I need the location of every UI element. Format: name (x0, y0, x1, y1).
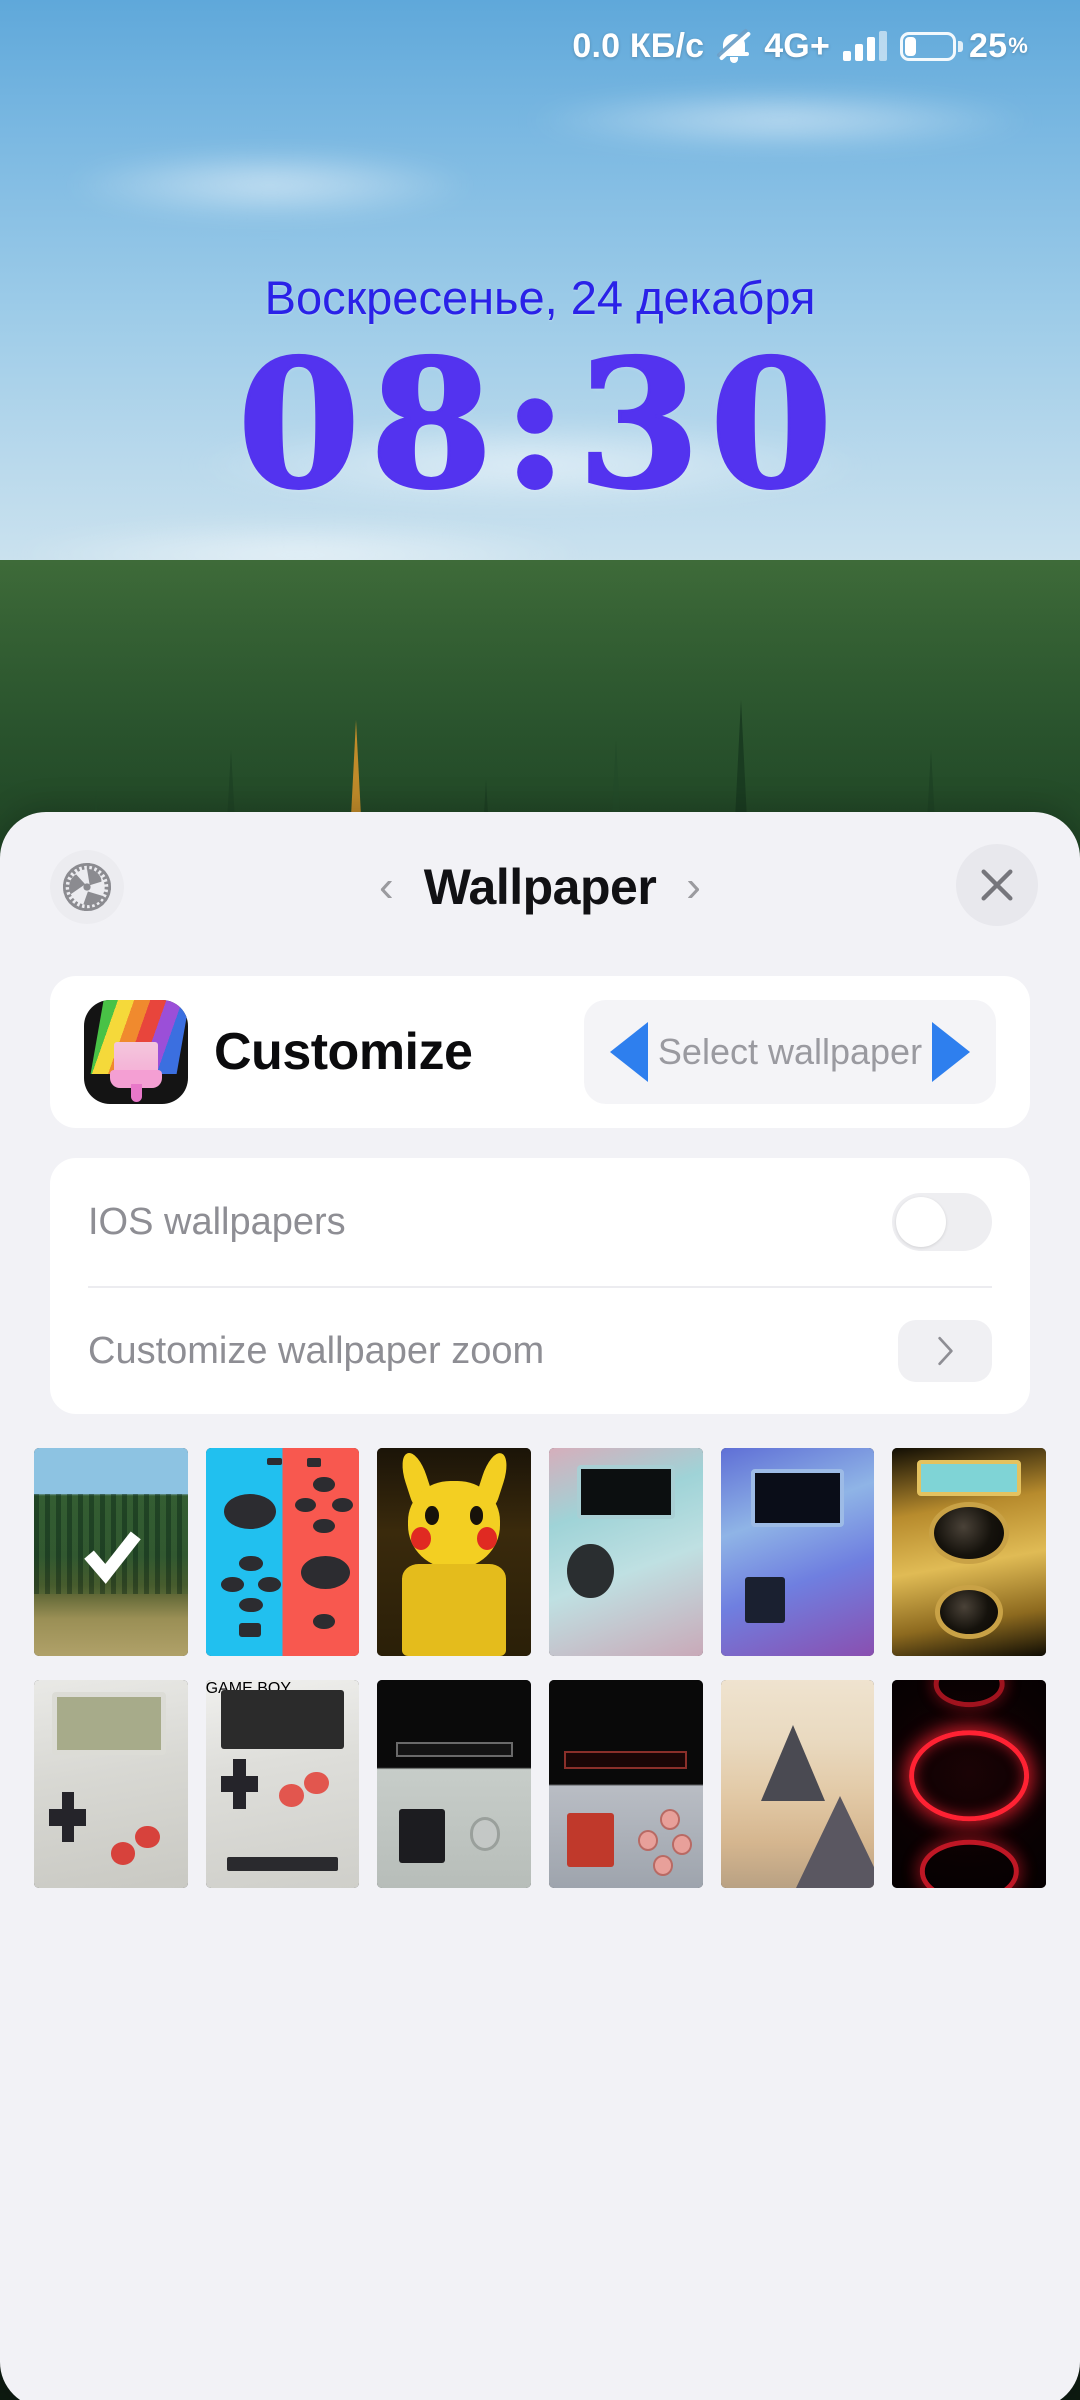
close-icon (981, 869, 1013, 901)
wallpaper-settings-sheet: ‹ Wallpaper › Customize Select wallpaper (0, 812, 1080, 2400)
network-type-label: 4G+ (764, 26, 831, 65)
prev-page-icon[interactable]: ‹ (379, 865, 394, 909)
blue-purple-handheld-wallpaper[interactable] (720, 1448, 875, 1656)
paintbrush-app-icon (84, 1000, 188, 1104)
status-bar: 0.0 КБ/с 4G+ 25% (0, 0, 1080, 92)
settings-card: IOS wallpapers Customize wallpaper zoom (50, 1158, 1030, 1414)
cloud-wisp (60, 150, 480, 220)
toggle-knob (896, 1197, 946, 1247)
network-speed-label: 0.0 КБ/с (572, 26, 705, 65)
wallpaper-thumbnail-grid: GAME BOY (34, 1448, 1046, 1888)
close-button[interactable] (956, 844, 1038, 926)
signal-bars-icon (843, 31, 888, 61)
customize-card: Customize Select wallpaper (50, 976, 1030, 1128)
battery-icon (900, 31, 964, 61)
clock-widget[interactable]: Воскресенье, 24 декабря 08:30 (0, 270, 1080, 518)
sheet-title-nav: ‹ Wallpaper › (379, 858, 701, 916)
select-wallpaper-label: Select wallpaper (657, 1030, 923, 1072)
gear-icon[interactable] (50, 850, 124, 924)
page-title: Wallpaper (423, 859, 657, 915)
sheet-header: ‹ Wallpaper › (0, 812, 1080, 962)
percent-symbol: % (1008, 33, 1028, 58)
setting-row-ios-wallpapers[interactable]: IOS wallpapers (88, 1158, 992, 1286)
selected-check-icon (78, 1522, 144, 1588)
neon-red-rings-wallpaper[interactable] (892, 1680, 1046, 1888)
lockscreen-time: 08:30 (236, 321, 843, 528)
battery-percent: 25% (969, 27, 1028, 66)
pikachu-handheld-wallpaper[interactable] (377, 1448, 531, 1656)
left-triangle-icon[interactable] (610, 1022, 648, 1082)
mountain-clouds-wallpaper[interactable] (720, 1680, 875, 1888)
ios-wallpapers-toggle[interactable] (892, 1193, 992, 1251)
lockscreen-date: Воскресенье, 24 декабря (264, 271, 816, 324)
wallpaper-zoom-chevron-button[interactable] (898, 1320, 992, 1382)
right-triangle-icon[interactable] (932, 1022, 970, 1082)
gold-speaker-device-wallpaper[interactable] (892, 1448, 1046, 1656)
customize-label: Customize (214, 1023, 473, 1081)
teal-transparent-handheld-wallpaper[interactable] (549, 1448, 703, 1656)
select-wallpaper-stepper[interactable]: Select wallpaper (584, 1000, 996, 1104)
setting-label: Customize wallpaper zoom (88, 1329, 545, 1372)
nintendo-switch-joycon-wallpaper[interactable] (205, 1448, 360, 1656)
phone-screen: 0.0 КБ/с 4G+ 25% Воскресенье, 24 декабря… (0, 0, 1080, 2400)
next-page-icon[interactable]: › (686, 865, 701, 909)
setting-label: IOS wallpapers (88, 1200, 346, 1243)
clear-gameboy-wallpaper[interactable] (34, 1680, 188, 1888)
cloud-wisp (520, 90, 1040, 150)
red-buttons-handheld-wallpaper[interactable] (549, 1680, 703, 1888)
bell-muted-icon (717, 28, 752, 64)
gameboy-classic-wallpaper[interactable]: GAME BOY (205, 1680, 360, 1888)
grey-handheld-wallpaper[interactable] (377, 1680, 531, 1888)
chevron-right-icon (938, 1336, 953, 1366)
battery-percent-value: 25 (969, 26, 1008, 65)
forest-autumn-wallpaper[interactable] (34, 1448, 188, 1656)
setting-row-wallpaper-zoom[interactable]: Customize wallpaper zoom (88, 1286, 992, 1414)
